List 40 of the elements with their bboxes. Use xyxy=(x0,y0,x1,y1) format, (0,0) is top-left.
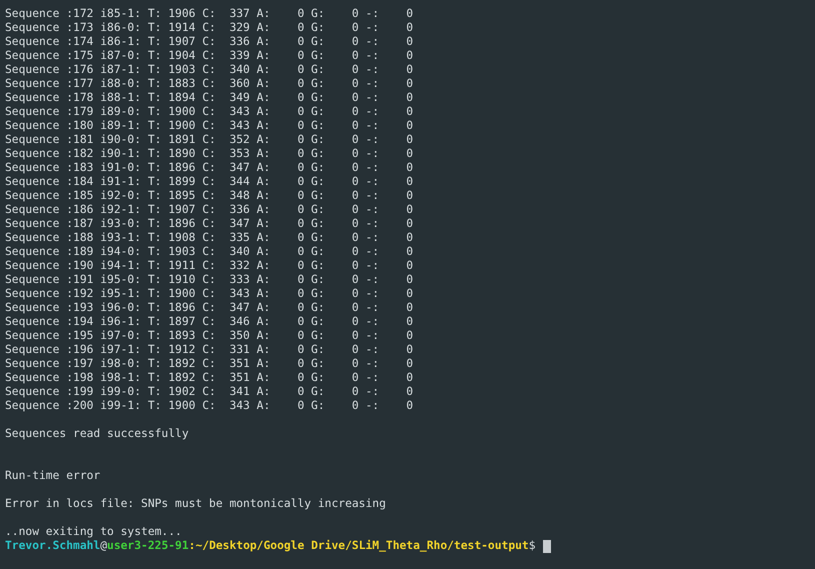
prompt-symbol: $ xyxy=(528,539,536,553)
prompt-at: @ xyxy=(100,539,108,553)
sequence-line: Sequence :185 i92-0: T: 1895 C: 348 A: 0 G: 0 -: 0 xyxy=(5,189,414,203)
sequence-line: Sequence :198 i98-1: T: 1892 C: 351 A: 0 G: 0 -: 0 xyxy=(5,371,414,385)
sequence-line: Sequence :183 i91-0: T: 1896 C: 347 A: 0 G: 0 -: 0 xyxy=(5,161,414,175)
sequence-line: Sequence :182 i90-1: T: 1890 C: 353 A: 0 G: 0 -: 0 xyxy=(5,147,414,161)
exit-message: ..now exiting to system... xyxy=(5,525,182,539)
text-cursor xyxy=(542,540,551,552)
sequence-line: Sequence :176 i87-1: T: 1903 C: 340 A: 0 G: 0 -: 0 xyxy=(5,63,414,77)
sequence-line: Sequence :194 i96-1: T: 1897 C: 346 A: 0 G: 0 -: 0 xyxy=(5,315,414,329)
prompt-path: ~/Desktop/Google Drive/SLiM_Theta_Rho/test-output xyxy=(195,539,529,553)
sequence-line: Sequence :177 i88-0: T: 1883 C: 360 A: 0 G: 0 -: 0 xyxy=(5,77,414,91)
sequence-line: Sequence :189 i94-0: T: 1903 C: 340 A: 0 G: 0 -: 0 xyxy=(5,245,414,259)
status-message: Sequences read successfully xyxy=(5,427,189,441)
sequence-line: Sequence :196 i97-1: T: 1912 C: 331 A: 0 G: 0 -: 0 xyxy=(5,343,414,357)
sequence-line: Sequence :175 i87-0: T: 1904 C: 339 A: 0 G: 0 -: 0 xyxy=(5,49,414,63)
sequence-line: Sequence :184 i91-1: T: 1899 C: 344 A: 0 G: 0 -: 0 xyxy=(5,175,414,189)
sequence-line: Sequence :178 i88-1: T: 1894 C: 349 A: 0 G: 0 -: 0 xyxy=(5,91,414,105)
sequence-line: Sequence :187 i93-0: T: 1896 C: 347 A: 0 G: 0 -: 0 xyxy=(5,217,414,231)
sequence-line: Sequence :174 i86-1: T: 1907 C: 336 A: 0 G: 0 -: 0 xyxy=(5,35,414,49)
sequence-line: Sequence :188 i93-1: T: 1908 C: 335 A: 0 G: 0 -: 0 xyxy=(5,231,414,245)
prompt-colon: : xyxy=(188,539,196,553)
sequence-line: Sequence :200 i99-1: T: 1900 C: 343 A: 0 G: 0 -: 0 xyxy=(5,399,414,413)
sequence-line: Sequence :180 i89-1: T: 1900 C: 343 A: 0 G: 0 -: 0 xyxy=(5,119,414,133)
sequence-line: Sequence :186 i92-1: T: 1907 C: 336 A: 0 G: 0 -: 0 xyxy=(5,203,414,217)
sequence-line: Sequence :172 i85-1: T: 1906 C: 337 A: 0 G: 0 -: 0 xyxy=(5,7,414,21)
prompt-user: Trevor.Schmahl xyxy=(5,539,100,553)
error-heading: Run-time error xyxy=(5,469,100,483)
sequence-line: Sequence :179 i89-0: T: 1900 C: 343 A: 0 G: 0 -: 0 xyxy=(5,105,414,119)
sequence-line: Sequence :173 i86-0: T: 1914 C: 329 A: 0 G: 0 -: 0 xyxy=(5,21,414,35)
sequence-line: Sequence :190 i94-1: T: 1911 C: 332 A: 0 G: 0 -: 0 xyxy=(5,259,414,273)
sequence-line: Sequence :195 i97-0: T: 1893 C: 350 A: 0 G: 0 -: 0 xyxy=(5,329,414,343)
error-message: Error in locs file: SNPs must be montonically increasing xyxy=(5,497,386,511)
sequence-line: Sequence :192 i95-1: T: 1900 C: 343 A: 0 G: 0 -: 0 xyxy=(5,287,414,301)
sequence-line: Sequence :181 i90-0: T: 1891 C: 352 A: 0 G: 0 -: 0 xyxy=(5,133,414,147)
sequence-line: Sequence :199 i99-0: T: 1902 C: 341 A: 0 G: 0 -: 0 xyxy=(5,385,414,399)
sequence-line: Sequence :197 i98-0: T: 1892 C: 351 A: 0 G: 0 -: 0 xyxy=(5,357,414,371)
prompt-host: user3-225-91 xyxy=(107,539,189,553)
sequence-line: Sequence :193 i96-0: T: 1896 C: 347 A: 0 G: 0 -: 0 xyxy=(5,301,414,315)
sequence-line: Sequence :191 i95-0: T: 1910 C: 333 A: 0 G: 0 -: 0 xyxy=(5,273,414,287)
